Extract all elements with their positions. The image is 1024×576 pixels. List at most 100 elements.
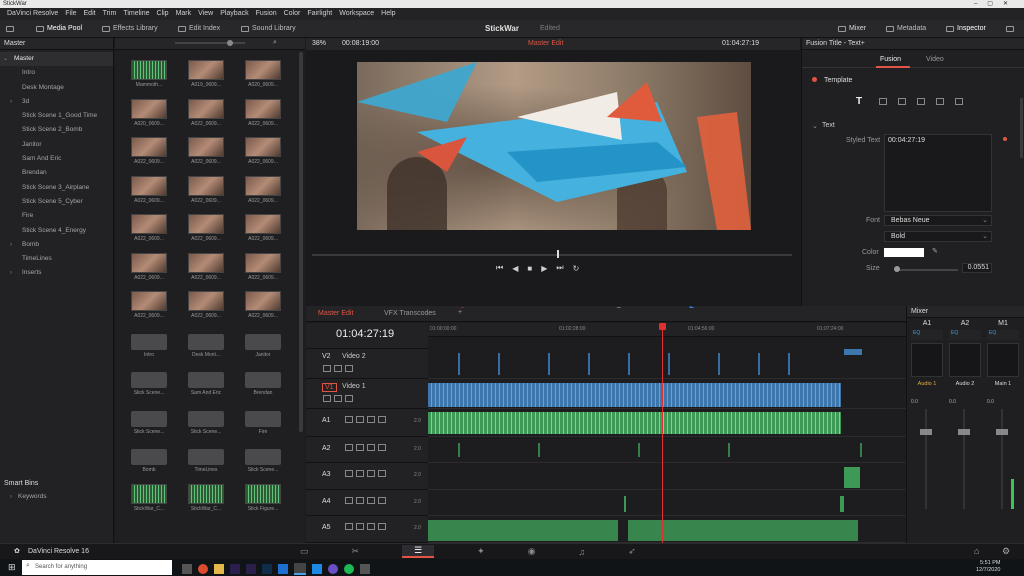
timeline-clip[interactable]	[624, 496, 626, 512]
font-select[interactable]: Bebas Neue ⌄	[884, 215, 992, 226]
fader-handle[interactable]	[920, 429, 932, 435]
styled-text-field[interactable]: 00:04:27:19	[884, 134, 992, 212]
bin-folder[interactable]: TimeLines	[188, 445, 224, 479]
track-header[interactable]: A2 2.0	[306, 437, 428, 463]
window-controls[interactable]: –▢✕	[974, 0, 1018, 8]
color-page-icon[interactable]: ◉	[528, 546, 536, 557]
sound-library-button[interactable]: Sound Library	[241, 20, 296, 38]
menu-item[interactable]: Workspace	[339, 8, 374, 20]
task-view-icon[interactable]	[182, 564, 192, 574]
keyframe-dot[interactable]	[1003, 137, 1007, 141]
bin-item[interactable]: › Inserts	[0, 266, 113, 280]
media-clip[interactable]: A022_0609...	[245, 175, 281, 210]
bin-item[interactable]: TimeLines	[0, 252, 113, 266]
bin-item[interactable]: Stick Scene 3_Airplane	[0, 181, 113, 195]
bin-folder[interactable]: Stick Scene...	[131, 407, 167, 441]
photoshop-icon[interactable]	[262, 564, 272, 574]
media-clip[interactable]: A020_0609...	[245, 60, 281, 94]
resolve-task-icon[interactable]	[294, 563, 306, 575]
mute-button[interactable]	[378, 523, 386, 530]
timeline-clip[interactable]	[498, 353, 500, 375]
home-icon[interactable]: ⌂	[974, 546, 979, 556]
eq-button[interactable]: EQ	[949, 330, 981, 340]
bin-folder[interactable]: Bomb	[131, 445, 167, 479]
viewer-scrubber[interactable]	[312, 254, 792, 256]
color-swatch[interactable]	[884, 248, 924, 257]
bin-item[interactable]: Brendan	[0, 166, 113, 180]
track-lane[interactable]	[428, 463, 906, 490]
lock-icon[interactable]	[323, 365, 331, 372]
track-header[interactable]: V2 Video 2	[306, 349, 428, 379]
add-tab-icon[interactable]: +	[458, 309, 462, 316]
expand-icon[interactable]	[1006, 20, 1014, 38]
track-header[interactable]: A3 2.0	[306, 463, 428, 490]
mixer-button[interactable]: Mixer	[838, 20, 866, 38]
timeline-clip[interactable]	[588, 353, 590, 375]
track-id[interactable]: A1	[322, 417, 331, 424]
media-clip[interactable]: StickWar_C...	[131, 483, 167, 518]
mute-button[interactable]	[378, 416, 386, 423]
menu-item[interactable]: Fairlight	[307, 8, 332, 20]
inspector-button[interactable]: Inspector	[946, 20, 986, 38]
app-icon[interactable]	[360, 564, 370, 574]
bin-item[interactable]: ⌄ Master	[0, 52, 113, 67]
pan-control[interactable]	[949, 343, 981, 377]
media-clip[interactable]: A019_0609...	[188, 60, 224, 94]
bin-folder[interactable]: Stick Scene...	[188, 407, 224, 441]
fader-handle[interactable]	[996, 429, 1008, 435]
auto-select-icon[interactable]	[356, 523, 364, 530]
timeline-playhead[interactable]	[662, 323, 664, 543]
menu-item[interactable]: Playback	[220, 8, 248, 20]
viewer-playhead[interactable]	[556, 250, 559, 258]
thumbnail-size-slider[interactable]	[175, 42, 245, 44]
menu-item[interactable]: Trim	[103, 8, 117, 20]
timeline-clip[interactable]	[628, 353, 630, 375]
media-clip[interactable]: A022_0609...	[188, 98, 224, 133]
cut-page-icon[interactable]: ✂	[352, 546, 360, 557]
media-clip[interactable]: A022_0609...	[131, 137, 167, 171]
lock-icon[interactable]	[345, 444, 353, 451]
bin-folder[interactable]: Intro	[131, 330, 167, 364]
track-header[interactable]: V1 Video 1	[306, 379, 428, 409]
bin-item[interactable]: Stick Scene 1_Good Time	[0, 109, 113, 123]
zoom-level[interactable]: 38%	[312, 40, 326, 47]
timeline-clip[interactable]	[718, 353, 720, 375]
timeline-clip[interactable]	[638, 443, 640, 457]
media-clip[interactable]: Stick Figure...	[245, 483, 281, 518]
menu-item[interactable]: File	[65, 8, 76, 20]
shading-icon[interactable]	[917, 98, 925, 105]
auto-select-icon[interactable]	[356, 416, 364, 423]
media-clip[interactable]: A022_0609...	[245, 291, 281, 325]
size-input[interactable]: 0.0551	[962, 263, 992, 273]
media-clip[interactable]: A022_0609...	[188, 214, 224, 248]
weight-select[interactable]: Bold ⌄	[884, 231, 992, 242]
chevron-down-icon[interactable]: ⌄	[812, 122, 818, 130]
auto-select-icon[interactable]	[356, 497, 364, 504]
menu-item[interactable]: Clip	[157, 8, 169, 20]
solo-button[interactable]	[367, 444, 375, 451]
play-reverse-icon[interactable]: ◀	[512, 264, 518, 273]
bin-item[interactable]: Fire	[0, 209, 113, 223]
timeline-clip[interactable]	[428, 412, 841, 434]
timeline-clip[interactable]	[844, 349, 862, 355]
solo-button[interactable]	[367, 416, 375, 423]
chrome-icon[interactable]	[198, 564, 208, 574]
size-slider[interactable]	[894, 269, 958, 271]
fader-track[interactable]	[949, 409, 981, 509]
menu-item[interactable]: Mark	[176, 8, 192, 20]
mute-button[interactable]	[378, 444, 386, 451]
after-effects-icon[interactable]	[230, 564, 240, 574]
tab-video[interactable]: Video	[926, 56, 944, 63]
track-header[interactable]: A1 2.0	[306, 409, 428, 437]
track-enable-icon[interactable]	[345, 395, 353, 402]
track-header[interactable]: A5 2.0	[306, 516, 428, 543]
image-icon[interactable]	[936, 98, 944, 105]
track-id[interactable]: A2	[322, 445, 331, 452]
track-header[interactable]: A4 2.0	[306, 490, 428, 516]
auto-select-icon[interactable]	[334, 395, 342, 402]
track-lane[interactable]	[428, 349, 906, 379]
size-slider-handle[interactable]	[894, 266, 900, 272]
media-clip[interactable]: A022_0609...	[245, 214, 281, 248]
lock-icon[interactable]	[345, 523, 353, 530]
bin-folder[interactable]: Brendan	[245, 368, 281, 402]
